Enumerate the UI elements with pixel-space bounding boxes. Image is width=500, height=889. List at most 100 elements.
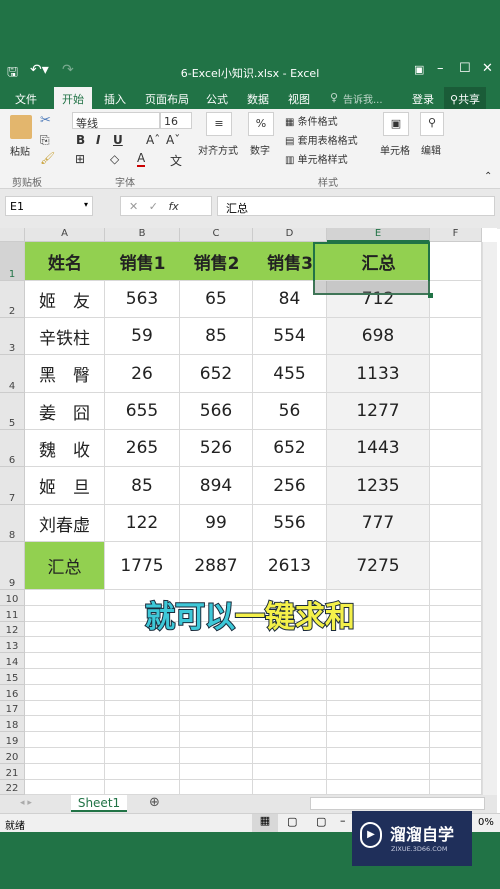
empty-cell[interactable]	[180, 669, 253, 685]
font-name-select[interactable]: 等线	[72, 112, 160, 130]
empty-cell[interactable]	[25, 763, 105, 780]
tab-file[interactable]: 文件	[15, 91, 37, 107]
empty-cell[interactable]	[25, 700, 105, 717]
cell-D8[interactable]: 556	[253, 505, 327, 542]
row-header-16[interactable]: 16	[0, 684, 25, 701]
row-header-14[interactable]: 14	[0, 653, 25, 669]
empty-cell[interactable]	[430, 684, 482, 701]
empty-cell[interactable]	[430, 542, 482, 590]
paste-button[interactable]: 粘贴	[10, 143, 30, 158]
row-header-7[interactable]: 7	[0, 467, 25, 505]
decrease-font-icon[interactable]: Aˇ	[166, 133, 180, 147]
cell-D4[interactable]: 455	[253, 355, 327, 393]
fill-color-icon[interactable]: ◇	[110, 152, 119, 166]
cut-icon[interactable]: ✂	[40, 113, 51, 128]
select-all-corner[interactable]	[0, 228, 25, 242]
cell-D5[interactable]: 56	[253, 393, 327, 430]
tab-view[interactable]: 视图	[288, 91, 310, 107]
minimize-button[interactable]: –	[437, 61, 444, 76]
cell-B5[interactable]: 655	[105, 393, 180, 430]
empty-cell[interactable]	[105, 779, 180, 796]
empty-cell[interactable]	[253, 669, 327, 685]
tab-insert[interactable]: 插入	[104, 91, 126, 107]
sheet-tab-sheet1[interactable]: Sheet1	[71, 795, 127, 812]
cell-B4[interactable]: 26	[105, 355, 180, 393]
font-color-icon[interactable]: A	[137, 151, 146, 167]
empty-cell[interactable]	[25, 684, 105, 701]
cell-C6[interactable]: 526	[180, 430, 253, 467]
vertical-scrollbar[interactable]	[482, 242, 497, 795]
cell-C1[interactable]: 销售2	[180, 242, 253, 281]
italic-button[interactable]: I	[96, 133, 100, 147]
cell-C8[interactable]: 99	[180, 505, 253, 542]
empty-cell[interactable]	[180, 653, 253, 669]
cell-E3[interactable]: 698	[327, 318, 430, 355]
empty-cell[interactable]	[180, 637, 253, 654]
cell-A1[interactable]: 姓名	[25, 242, 105, 281]
empty-cell[interactable]	[327, 700, 430, 717]
empty-cell[interactable]	[327, 669, 430, 685]
maximize-button[interactable]: ☐	[459, 61, 471, 76]
row-header-21[interactable]: 21	[0, 763, 25, 780]
column-header-D[interactable]: D	[253, 228, 327, 242]
cell-B2[interactable]: 563	[105, 281, 180, 318]
cell-E6[interactable]: 1443	[327, 430, 430, 467]
cell-A6[interactable]: 魏 收	[25, 430, 105, 467]
empty-cell[interactable]	[105, 653, 180, 669]
row-header-13[interactable]: 13	[0, 637, 25, 654]
cells-button[interactable]: 单元格	[380, 142, 410, 157]
cell-E8[interactable]: 777	[327, 505, 430, 542]
underline-button[interactable]: U	[113, 133, 123, 147]
cell-D9[interactable]: 2613	[253, 542, 327, 590]
copy-icon[interactable]: ⎘	[40, 133, 50, 148]
column-header-B[interactable]: B	[105, 228, 180, 242]
empty-cell[interactable]	[327, 637, 430, 654]
empty-cell[interactable]	[25, 716, 105, 733]
spreadsheet-grid[interactable]: A B C D E F 1 2 3 4 5 6 7 8 9 10 11 12 13 14 15 16 17 18 19 20 21 2…	[0, 228, 497, 796]
empty-cell[interactable]	[180, 700, 253, 717]
conditional-format-button[interactable]: ▦ 条件格式	[285, 113, 338, 128]
tab-formulas[interactable]: 公式	[206, 91, 228, 107]
row-header-17[interactable]: 17	[0, 700, 25, 717]
empty-cell[interactable]	[430, 763, 482, 780]
row-header-1[interactable]: 1	[0, 242, 25, 281]
cell-B6[interactable]: 265	[105, 430, 180, 467]
empty-cell[interactable]	[253, 732, 327, 748]
empty-cell[interactable]	[430, 318, 482, 355]
alignment-button[interactable]: 对齐方式	[198, 142, 238, 157]
empty-cell[interactable]	[25, 653, 105, 669]
name-box[interactable]: E1 ▾	[5, 196, 93, 216]
cell-C2[interactable]: 65	[180, 281, 253, 318]
cell-C3[interactable]: 85	[180, 318, 253, 355]
row-header-2[interactable]: 2	[0, 281, 25, 318]
empty-cell[interactable]	[253, 684, 327, 701]
percent-icon[interactable]: %	[248, 112, 274, 136]
tab-data[interactable]: 数据	[247, 91, 269, 107]
cell-D7[interactable]: 256	[253, 467, 327, 505]
increase-font-icon[interactable]: Aˆ	[146, 133, 160, 147]
align-icon[interactable]: ≡	[206, 112, 232, 136]
empty-cell[interactable]	[430, 669, 482, 685]
empty-cell[interactable]	[180, 763, 253, 780]
empty-cell[interactable]	[105, 684, 180, 701]
empty-cell[interactable]	[253, 637, 327, 654]
empty-cell[interactable]	[430, 748, 482, 764]
empty-cell[interactable]	[430, 716, 482, 733]
empty-cell[interactable]	[25, 732, 105, 748]
row-header-3[interactable]: 3	[0, 318, 25, 355]
empty-cell[interactable]	[327, 732, 430, 748]
row-header-4[interactable]: 4	[0, 355, 25, 393]
empty-cell[interactable]	[327, 716, 430, 733]
column-header-A[interactable]: A	[25, 228, 105, 242]
cell-A2[interactable]: 姬 友	[25, 281, 105, 318]
editing-button[interactable]: 编辑	[421, 142, 441, 157]
zoom-level[interactable]: 0%	[478, 817, 494, 828]
row-header-22[interactable]: 22	[0, 779, 25, 796]
empty-cell[interactable]	[105, 732, 180, 748]
empty-cell[interactable]	[430, 505, 482, 542]
empty-cell[interactable]	[180, 716, 253, 733]
tab-page-layout[interactable]: 页面布局	[145, 91, 189, 107]
paste-icon[interactable]	[10, 115, 32, 139]
cell-B8[interactable]: 122	[105, 505, 180, 542]
cell-E5[interactable]: 1277	[327, 393, 430, 430]
